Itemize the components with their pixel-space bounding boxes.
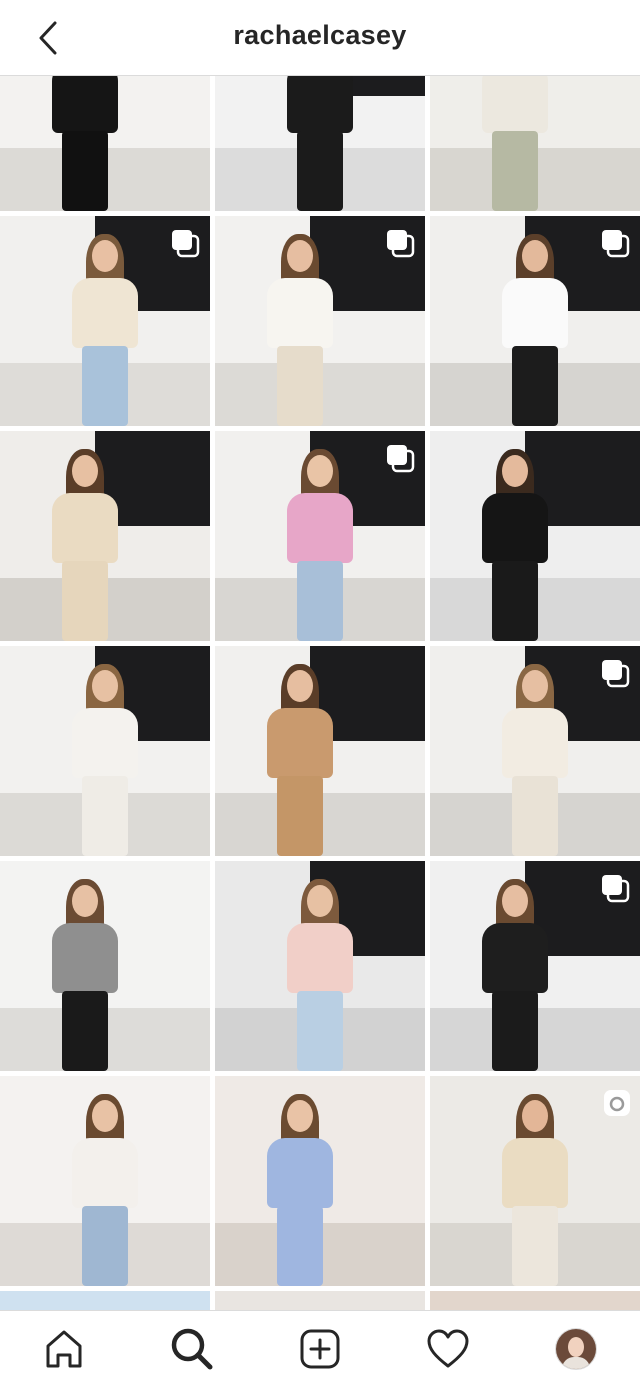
carousel-icon xyxy=(602,660,630,688)
post-thumbnail xyxy=(0,431,210,641)
plus-square-icon xyxy=(300,1329,340,1369)
post-tile[interactable] xyxy=(430,1291,640,1310)
post-tile[interactable] xyxy=(0,216,210,426)
posts-grid xyxy=(0,76,640,1310)
bottom-nav xyxy=(0,1310,640,1386)
post-tile[interactable] xyxy=(215,861,425,1071)
carousel-icon xyxy=(602,875,630,903)
heart-icon xyxy=(427,1329,469,1368)
post-tile[interactable] xyxy=(215,646,425,856)
avatar xyxy=(555,1328,597,1370)
post-thumbnail xyxy=(430,76,640,211)
post-tile[interactable] xyxy=(430,431,640,641)
post-tile[interactable] xyxy=(215,1291,425,1310)
post-thumbnail xyxy=(215,861,425,1071)
post-tile[interactable] xyxy=(430,76,640,211)
post-thumbnail xyxy=(0,1076,210,1286)
post-tile[interactable] xyxy=(215,1076,425,1286)
reel-icon xyxy=(604,1090,630,1116)
post-thumbnail xyxy=(0,76,210,211)
post-tile[interactable] xyxy=(430,216,640,426)
post-thumbnail xyxy=(215,646,425,856)
header: rachaelcasey xyxy=(0,0,640,76)
carousel-icon xyxy=(387,445,415,473)
post-tile[interactable] xyxy=(215,76,425,211)
post-thumbnail xyxy=(0,861,210,1071)
post-tile[interactable] xyxy=(215,216,425,426)
post-thumbnail xyxy=(215,76,425,211)
nav-home[interactable] xyxy=(40,1325,88,1373)
post-thumbnail xyxy=(430,431,640,641)
post-tile[interactable] xyxy=(215,431,425,641)
profile-username[interactable]: rachaelcasey xyxy=(0,20,640,51)
post-tile[interactable] xyxy=(0,646,210,856)
post-tile[interactable] xyxy=(430,646,640,856)
post-thumbnail xyxy=(215,1076,425,1286)
post-tile[interactable] xyxy=(0,76,210,211)
post-tile[interactable] xyxy=(0,431,210,641)
nav-activity[interactable] xyxy=(424,1325,472,1373)
post-tile[interactable] xyxy=(430,1076,640,1286)
nav-search[interactable] xyxy=(168,1325,216,1373)
post-tile[interactable] xyxy=(430,861,640,1071)
post-tile[interactable] xyxy=(0,861,210,1071)
carousel-icon xyxy=(387,230,415,258)
post-tile[interactable] xyxy=(0,1291,210,1310)
search-icon xyxy=(171,1328,213,1370)
post-tile[interactable] xyxy=(0,1076,210,1286)
carousel-icon xyxy=(172,230,200,258)
carousel-icon xyxy=(602,230,630,258)
nav-create[interactable] xyxy=(296,1325,344,1373)
home-icon xyxy=(46,1330,82,1368)
post-thumbnail xyxy=(0,646,210,856)
nav-profile[interactable] xyxy=(552,1325,600,1373)
